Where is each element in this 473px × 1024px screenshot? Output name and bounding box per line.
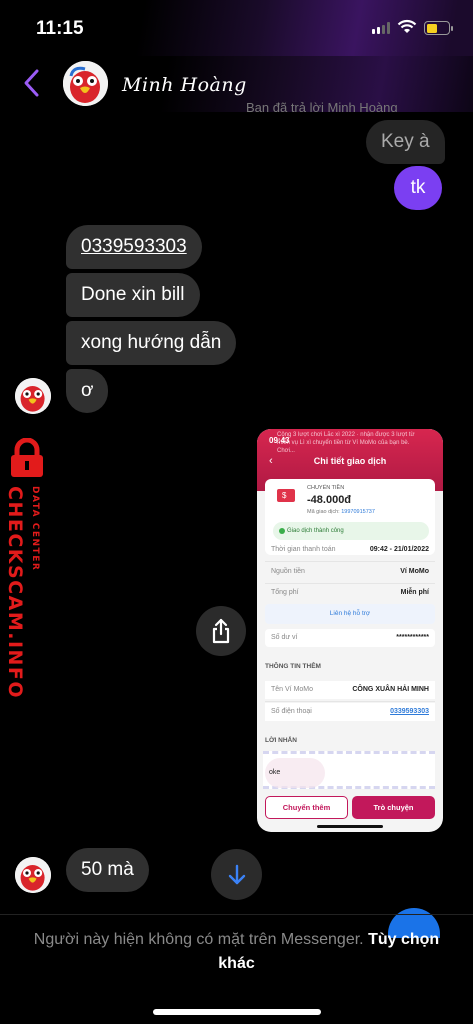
parrot-avatar-image xyxy=(63,61,108,106)
phone-value: 0339593303 xyxy=(390,708,429,715)
share-button[interactable] xyxy=(196,606,246,656)
receipt-status-time: 09:43 xyxy=(269,436,290,445)
money-transfer-icon xyxy=(277,489,295,502)
support-link: Liên hệ hỗ trợ xyxy=(265,604,435,624)
home-indicator[interactable] xyxy=(153,1009,321,1015)
watermark-main-text: CHECKSCAM.INFO xyxy=(4,486,26,700)
receipt-home-indicator xyxy=(317,825,383,828)
note-box: oke xyxy=(263,751,435,789)
watermark: CHECKSCAM.INFO DATA CENTER xyxy=(0,438,62,699)
receipt-faint-banner: Cộng 3 lượt chơi Lắc xì 2022 · nhận được… xyxy=(277,432,415,454)
lock-icon xyxy=(11,438,43,477)
outgoing-message[interactable]: Key à xyxy=(366,120,445,164)
row-value: Ví MoMo xyxy=(400,568,429,575)
watermark-sub-text: DATA CENTER xyxy=(30,486,40,572)
divider xyxy=(265,701,435,702)
incoming-message[interactable]: xong hướng dẫn xyxy=(66,321,237,365)
incoming-message[interactable]: 50 mà xyxy=(66,848,149,892)
cellular-signal-icon xyxy=(372,22,390,34)
parrot-avatar-image xyxy=(15,857,51,893)
share-icon xyxy=(212,618,230,644)
footer-divider xyxy=(0,914,473,915)
transaction-code-label: Mã giao dịch: xyxy=(307,509,340,515)
more-info-heading: THÔNG TIN THÊM xyxy=(265,663,321,670)
note-heading: LỜI NHẮN xyxy=(265,737,297,744)
status-bar: 11:15 xyxy=(0,0,473,56)
receipt-title: Chi tiết giao dịch xyxy=(313,456,387,466)
unavailable-notice: Người này hiện không có mặt trên Messeng… xyxy=(20,928,453,976)
phone-row: Số điện thoại 0339593303 xyxy=(265,703,435,721)
contact-name[interactable]: Minh Hoàng xyxy=(122,74,247,96)
status-time: 11:15 xyxy=(36,18,84,39)
wallet-name-value: CÔNG XUÂN HẢI MINH xyxy=(352,686,429,693)
balance-label: Số dư ví xyxy=(271,634,298,641)
transaction-type: CHUYỂN TIỀN xyxy=(307,485,345,491)
phone-label: Số điện thoại xyxy=(271,708,312,715)
contact-avatar[interactable] xyxy=(63,61,108,106)
divider xyxy=(265,561,435,562)
incoming-message[interactable]: ơ xyxy=(66,369,109,413)
wifi-icon xyxy=(397,19,417,33)
back-arrow-icon[interactable] xyxy=(22,68,42,98)
transaction-code: Mã giao dịch: 19970915737 xyxy=(307,509,375,515)
wallet-name-row: Tên Ví MoMo CÔNG XUÂN HẢI MINH xyxy=(265,681,435,699)
parrot-avatar-image xyxy=(15,378,51,414)
row-label: Nguồn tiền xyxy=(271,568,305,575)
transfer-more-button: Chuyển thêm xyxy=(265,796,348,819)
sender-avatar[interactable] xyxy=(15,378,51,414)
incoming-message-link[interactable]: 0339593303 xyxy=(66,225,202,269)
balance-value: ************ xyxy=(396,634,429,641)
transaction-code-value: 19970915737 xyxy=(341,509,375,515)
note-text: oke xyxy=(269,769,281,776)
reply-context-text: Bạn đã trả lời Minh Hoàng xyxy=(246,100,398,112)
sender-avatar[interactable] xyxy=(15,857,51,893)
scroll-to-bottom-button[interactable] xyxy=(211,849,262,900)
row-value: 09:42 - 21/01/2022 xyxy=(369,546,429,553)
balance-row: Số dư ví ************ xyxy=(265,629,435,647)
receipt-row: Tổng phí Miễn phí xyxy=(265,584,435,602)
chat-button: Trò chuyện xyxy=(352,796,435,819)
battery-icon xyxy=(424,21,453,35)
arrow-down-icon xyxy=(228,864,245,884)
incoming-message[interactable]: Done xin bill xyxy=(66,273,200,317)
wallet-name-label: Tên Ví MoMo xyxy=(271,686,314,693)
success-badge: Giao dịch thành công xyxy=(273,522,429,540)
row-label: Thời gian thanh toán xyxy=(271,546,336,553)
row-value: Miễn phí xyxy=(400,589,429,596)
transaction-amount: -48.000đ xyxy=(307,494,352,506)
row-label: Tổng phí xyxy=(271,589,299,596)
receipt-row: Thời gian thanh toán 09:42 - 21/01/2022 xyxy=(265,541,435,559)
outgoing-message[interactable]: tk xyxy=(394,166,442,210)
receipt-row: Nguồn tiền Ví MoMo xyxy=(265,563,435,581)
unavailable-text: Người này hiện không có mặt trên Messeng… xyxy=(33,931,364,948)
image-attachment[interactable]: Cộng 3 lượt chơi Lắc xì 2022 · nhận được… xyxy=(257,429,443,832)
